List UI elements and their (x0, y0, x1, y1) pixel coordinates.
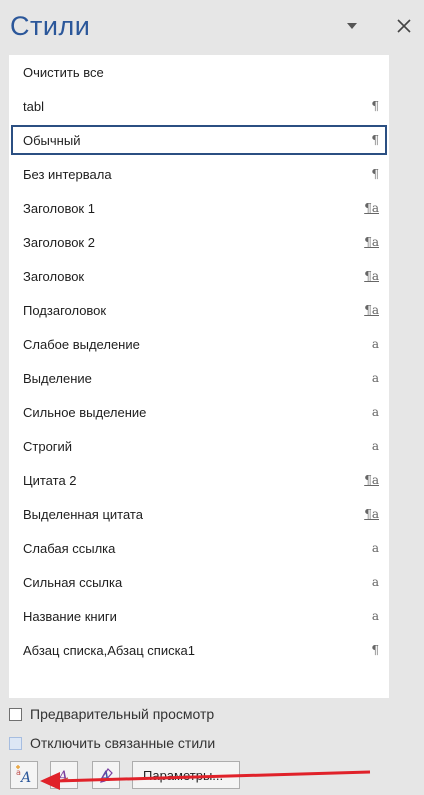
style-item-list-paragraph[interactable]: Абзац списка,Абзац списка1 ¶ (11, 635, 387, 665)
style-item-heading-1[interactable]: Заголовок 1 ¶a (11, 193, 387, 223)
paragraph-style-icon: ¶ (371, 643, 379, 657)
linked-style-icon: ¶a (364, 235, 379, 249)
style-name: Выделенная цитата (23, 506, 143, 522)
svg-text:a: a (16, 768, 21, 777)
linked-style-icon: ¶a (364, 201, 379, 215)
style-item-subtle-emphasis[interactable]: Слабое выделение a (11, 329, 387, 359)
style-item-tabl[interactable]: tabl ¶ (11, 91, 387, 121)
style-name: Сильная ссылка (23, 574, 123, 590)
linked-style-icon: ¶a (364, 507, 379, 521)
style-item-intense-emphasis[interactable]: Сильное выделение a (11, 397, 387, 427)
style-item-intense-reference[interactable]: Сильная ссылка a (11, 567, 387, 597)
style-name: Строгий (23, 438, 73, 454)
character-style-icon: a (371, 575, 379, 589)
style-item-book-title[interactable]: Название книги a (11, 601, 387, 631)
style-name: Слабое выделение (23, 336, 140, 352)
close-icon (397, 19, 411, 33)
style-item-title[interactable]: Заголовок ¶a (11, 261, 387, 291)
caret-down-icon (347, 23, 357, 29)
style-name: Заголовок (23, 268, 85, 284)
character-style-icon: a (371, 439, 379, 453)
preview-checkbox[interactable] (9, 707, 22, 721)
style-name: Сильное выделение (23, 404, 147, 420)
character-style-icon: a (371, 371, 379, 385)
style-item-heading-2[interactable]: Заголовок 2 ¶a (11, 227, 387, 257)
preview-label: Предварительный просмотр (30, 706, 215, 722)
style-item-emphasis[interactable]: Выделение a (11, 363, 387, 393)
style-name: tabl (23, 98, 44, 114)
style-name: Заголовок 1 (23, 200, 95, 216)
linked-style-icon: ¶a (364, 269, 379, 283)
manage-styles-button[interactable]: A (92, 761, 120, 789)
disable-linked-label: Отключить связанные стили (30, 735, 216, 751)
pane-title: Стили (10, 11, 91, 41)
disable-linked-checkbox[interactable] (9, 736, 22, 750)
linked-style-icon: ¶a (364, 303, 379, 317)
manage-styles-icon: A (98, 768, 113, 785)
character-style-icon: a (371, 609, 379, 623)
style-item-clear-all[interactable]: Очистить все (11, 57, 387, 87)
svg-text:A: A (56, 769, 68, 785)
style-item-strong[interactable]: Строгий a (11, 431, 387, 461)
style-name: Очистить все (23, 64, 104, 80)
paragraph-style-icon: ¶ (371, 133, 379, 147)
style-item-subtle-reference[interactable]: Слабая ссылка a (11, 533, 387, 563)
styles-list[interactable]: Очистить все tabl ¶ Обычный ¶ Без интерв… (9, 55, 389, 698)
style-name: Заголовок 2 (23, 234, 95, 250)
style-inspector-icon: A (55, 769, 69, 785)
style-name: Абзац списка,Абзац списка1 (23, 642, 196, 658)
character-style-icon: a (371, 541, 379, 555)
style-inspector-button[interactable]: A (50, 761, 78, 789)
new-style-button[interactable]: A a (10, 761, 38, 789)
style-item-intense-quote[interactable]: Выделенная цитата ¶a (11, 499, 387, 529)
paragraph-style-icon: ¶ (371, 99, 379, 113)
close-pane-button[interactable] (392, 14, 416, 38)
style-name: Подзаголовок (23, 302, 107, 318)
style-item-subtitle[interactable]: Подзаголовок ¶a (11, 295, 387, 325)
character-style-icon: a (371, 337, 379, 351)
style-name: Слабая ссылка (23, 540, 116, 556)
style-name: Выделение (23, 370, 92, 386)
style-name: Обычный (23, 132, 81, 148)
paragraph-style-icon: ¶ (371, 167, 379, 181)
style-item-quote-2[interactable]: Цитата 2 ¶a (11, 465, 387, 495)
styles-pane-header: Стили (0, 0, 424, 52)
options-button[interactable]: Параметры... (132, 761, 240, 789)
disable-linked-checkbox-row[interactable]: Отключить связанные стили (9, 733, 215, 753)
linked-style-icon: ¶a (364, 473, 379, 487)
preview-checkbox-row[interactable]: Предварительный просмотр (9, 704, 214, 724)
style-name: Цитата 2 (23, 472, 77, 488)
style-name: Без интервала (23, 166, 112, 182)
character-style-icon: a (371, 405, 379, 419)
style-name: Название книги (23, 608, 117, 624)
pane-options-button[interactable] (340, 14, 364, 38)
style-item-no-spacing[interactable]: Без интервала ¶ (11, 159, 387, 189)
new-style-icon: A a (16, 765, 31, 785)
style-item-normal[interactable]: Обычный ¶ (11, 125, 387, 155)
